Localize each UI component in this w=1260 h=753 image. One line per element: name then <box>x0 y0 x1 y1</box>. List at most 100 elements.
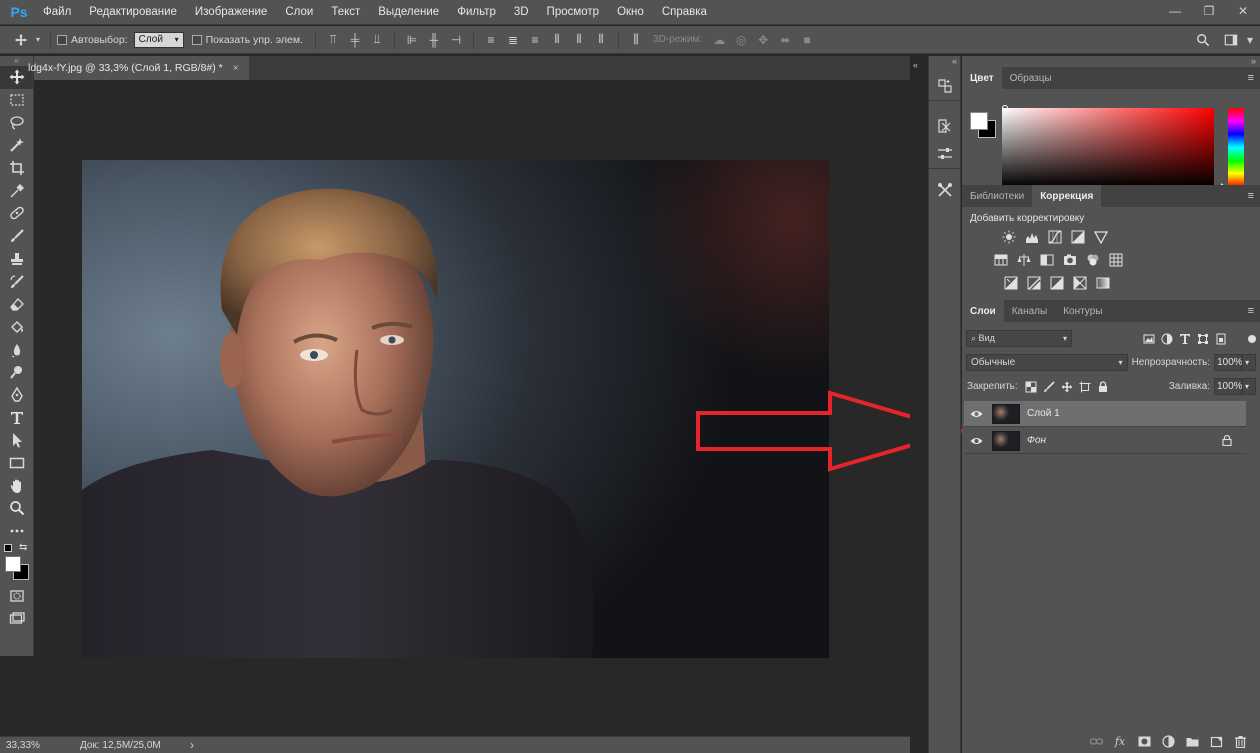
curves-icon[interactable] <box>1044 228 1066 246</box>
history-brush-tool-icon[interactable] <box>0 270 34 293</box>
visibility-eye-icon[interactable] <box>964 436 988 446</box>
autoselect-checkbox[interactable] <box>57 34 67 45</box>
visibility-eye-icon[interactable] <box>964 409 988 419</box>
move-tool-preset-icon[interactable] <box>10 30 32 50</box>
chevron-down-icon[interactable]: ▾ <box>1244 30 1256 50</box>
layer-row[interactable]: Слой 1 <box>964 401 1246 427</box>
autoselect-select[interactable]: Слой ▾ <box>133 31 184 48</box>
posterize-icon[interactable] <box>1023 274 1045 292</box>
3d-slide-icon[interactable]: ⬌ <box>774 33 796 47</box>
healing-brush-tool-icon[interactable] <box>0 202 34 225</box>
distribute-vcenter-icon[interactable]: ≣ <box>502 33 524 47</box>
history-panel-icon[interactable] <box>929 72 961 100</box>
filter-type-icon[interactable] <box>1176 331 1194 347</box>
blend-mode-select[interactable]: Обычные ▾ <box>966 354 1128 371</box>
layer-thumbnail[interactable] <box>992 430 1020 451</box>
3d-orbit-icon[interactable]: ☁ <box>708 33 730 47</box>
panel-menu-icon[interactable]: ≡ <box>1248 190 1254 202</box>
lock-artboard-icon[interactable] <box>1076 379 1094 395</box>
blur-tool-icon[interactable] <box>0 338 34 361</box>
color-picker-cursor[interactable] <box>1002 105 1008 111</box>
layer-name[interactable]: Слой 1 <box>1027 408 1060 419</box>
distribute-hcenter-icon[interactable]: ⦀ <box>568 32 590 47</box>
hue-saturation-icon[interactable] <box>990 251 1012 269</box>
show-transform-controls-checkbox[interactable] <box>191 34 202 45</box>
layer-name[interactable]: Фон <box>1027 435 1046 446</box>
menu-3d[interactable]: 3D <box>505 6 538 18</box>
menu-view[interactable]: Просмотр <box>538 6 609 18</box>
path-selection-tool-icon[interactable] <box>0 429 34 452</box>
auto-align-icon[interactable]: ⫼ <box>625 32 647 47</box>
document-image[interactable] <box>82 160 829 658</box>
brush-tool-icon[interactable] <box>0 225 34 248</box>
fill-dropdown[interactable]: ▾ <box>1242 378 1256 395</box>
lasso-tool-icon[interactable] <box>0 111 34 134</box>
align-right-icon[interactable]: ⊣ <box>445 33 467 47</box>
menu-help[interactable]: Справка <box>653 6 716 18</box>
opacity-input[interactable]: 100% <box>1214 354 1243 371</box>
foreground-color-swatch[interactable] <box>5 556 21 573</box>
lock-position-icon[interactable] <box>1058 379 1076 395</box>
tab-layers[interactable]: Слои <box>962 300 1004 322</box>
more-tools-icon[interactable] <box>0 520 34 543</box>
expand-panels-icon[interactable]: « <box>929 56 960 72</box>
panel-menu-icon[interactable]: ≡ <box>1248 72 1254 84</box>
marquee-tool-icon[interactable] <box>0 89 34 112</box>
tab-adjustments[interactable]: Коррекция <box>1032 185 1102 207</box>
gradient-map-icon[interactable] <box>1092 274 1114 292</box>
hand-tool-icon[interactable] <box>0 474 34 497</box>
zoom-tool-icon[interactable] <box>0 497 34 520</box>
lock-transparent-pixels-icon[interactable] <box>1022 379 1040 395</box>
eyedropper-tool-icon[interactable] <box>0 179 34 202</box>
brightness-contrast-icon[interactable] <box>998 228 1020 246</box>
invert-icon[interactable] <box>1000 274 1022 292</box>
screen-mode-icon[interactable] <box>0 607 34 630</box>
layer-row[interactable]: Фон <box>964 428 1246 454</box>
align-left-icon[interactable]: ⊫ <box>401 33 423 47</box>
workspace-icon[interactable] <box>1220 30 1242 50</box>
tab-swatches[interactable]: Образцы <box>1002 67 1060 89</box>
quick-mask-icon[interactable] <box>0 584 34 607</box>
tab-color[interactable]: Цвет <box>962 67 1002 89</box>
3d-drag-icon[interactable]: ✥ <box>752 33 774 47</box>
menu-window[interactable]: Окно <box>608 6 653 18</box>
distribute-right-icon[interactable]: ⦀ <box>590 32 612 47</box>
menu-select[interactable]: Выделение <box>369 6 448 18</box>
panel-menu-icon[interactable]: ≡ <box>1248 305 1254 317</box>
filter-toggle-icon[interactable] <box>1248 334 1256 343</box>
clone-stamp-tool-icon[interactable] <box>0 248 34 271</box>
filter-smart-object-icon[interactable] <box>1212 331 1230 347</box>
rectangle-tool-icon[interactable] <box>0 452 34 475</box>
default-colors-icon[interactable] <box>4 544 12 553</box>
align-top-icon[interactable]: ⫪ <box>322 32 344 47</box>
restore-button[interactable]: ❐ <box>1192 0 1226 22</box>
align-hcenter-icon[interactable]: ╫ <box>423 33 445 47</box>
collapse-dock-icon[interactable]: « <box>913 60 918 70</box>
layer-thumbnail[interactable] <box>992 403 1020 424</box>
photo-filter-icon[interactable] <box>1059 251 1081 269</box>
new-adjustment-layer-icon[interactable] <box>1156 731 1180 751</box>
properties-panel-icon[interactable] <box>929 112 961 140</box>
filter-adjustment-icon[interactable] <box>1158 331 1176 347</box>
color-picker-field[interactable] <box>1002 108 1214 187</box>
hue-slider[interactable] <box>1228 108 1244 187</box>
menu-edit[interactable]: Редактирование <box>80 6 186 18</box>
status-menu-arrow-icon[interactable]: › <box>190 738 194 752</box>
minimize-button[interactable]: — <box>1158 0 1192 22</box>
document-tab[interactable]: ldg4x-fY.jpg @ 33,3% (Слой 1, RGB/8#) * … <box>28 56 249 80</box>
tab-channels[interactable]: Каналы <box>1004 300 1056 322</box>
paint-bucket-tool-icon[interactable] <box>0 316 34 339</box>
distribute-bottom-icon[interactable]: ≡ <box>524 33 546 47</box>
foreground-color-swatch[interactable] <box>970 112 988 130</box>
pen-tool-icon[interactable] <box>0 384 34 407</box>
exposure-icon[interactable] <box>1067 228 1089 246</box>
quick-selection-tool-icon[interactable] <box>0 134 34 157</box>
layer-style-fx-icon[interactable]: fx <box>1108 731 1132 751</box>
swap-colors-icon[interactable]: ⇆ <box>19 542 27 553</box>
vibrance-icon[interactable] <box>1090 228 1112 246</box>
layer-filter-kind-select[interactable]: ⌕ Вид ▾ <box>966 330 1072 347</box>
menu-file[interactable]: Файл <box>34 6 80 18</box>
type-tool-icon[interactable] <box>0 406 34 429</box>
new-group-icon[interactable] <box>1180 731 1204 751</box>
add-mask-icon[interactable] <box>1132 731 1156 751</box>
